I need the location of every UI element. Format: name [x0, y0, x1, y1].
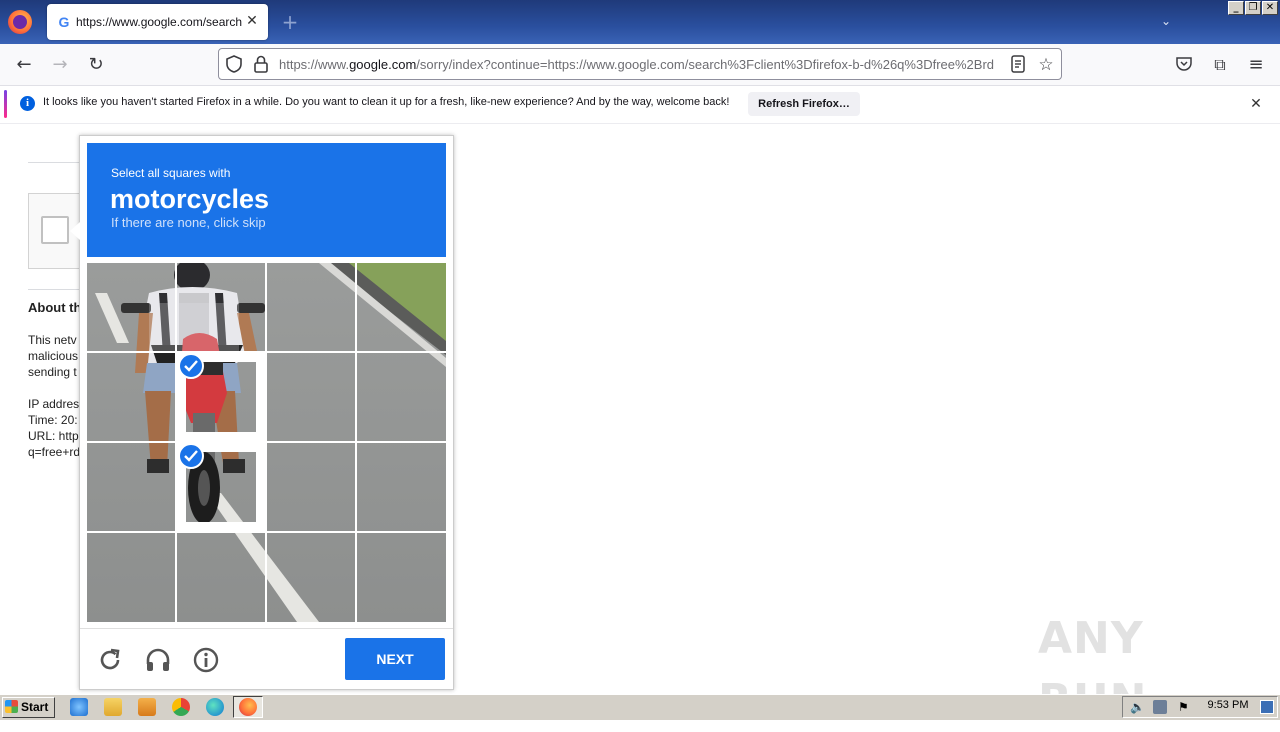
- chrome-icon[interactable]: [172, 698, 190, 716]
- page-paragraph-line: sending t: [28, 365, 77, 379]
- forward-icon[interactable]: →: [49, 54, 71, 76]
- refresh-firefox-button[interactable]: Refresh Firefox…: [748, 92, 860, 116]
- captcha-footer-divider: [80, 628, 453, 629]
- reader-view-icon[interactable]: [1010, 55, 1026, 73]
- captcha-tile-r3c3[interactable]: [267, 443, 355, 531]
- url-path: /sorry/index?continue=https://www.google…: [416, 57, 994, 72]
- info-icon[interactable]: [192, 646, 220, 674]
- windows-logo-icon: [5, 700, 18, 713]
- close-window-icon[interactable]: ✕: [1262, 1, 1278, 15]
- firefox-globe-icon: [13, 15, 27, 29]
- list-all-tabs-icon[interactable]: ⌄: [1158, 14, 1174, 30]
- extensions-icon[interactable]: ⧉: [1209, 54, 1231, 76]
- url-prefix: https://www.: [279, 57, 350, 72]
- volume-icon[interactable]: 🔈: [1130, 700, 1145, 714]
- system-tray: [1122, 696, 1278, 718]
- captcha-tile-r4c3[interactable]: [267, 533, 355, 621]
- notification-message: It looks like you haven’t started Firefo…: [43, 96, 730, 108]
- reload-icon[interactable]: [96, 646, 124, 674]
- captcha-tile-r2c4[interactable]: [357, 353, 445, 441]
- captcha-tile-r2c1[interactable]: [87, 353, 175, 441]
- minimize-window-icon[interactable]: _: [1228, 1, 1244, 15]
- captcha-tile-r1c1[interactable]: [87, 263, 175, 351]
- checkmark-icon: [178, 443, 204, 469]
- hamburger-menu-icon[interactable]: ≡: [1245, 54, 1267, 76]
- google-favicon-icon: G: [58, 14, 70, 30]
- restore-window-icon[interactable]: ❐: [1245, 1, 1261, 15]
- captcha-tile-r3c4[interactable]: [357, 443, 445, 531]
- tab-title: https://www.google.com/search?client=fir…: [76, 15, 242, 29]
- captcha-tile-r1c4[interactable]: [357, 263, 445, 351]
- tab-close-icon[interactable]: ✕: [244, 11, 260, 31]
- explorer-icon[interactable]: [104, 698, 122, 716]
- page-info-line: IP addres: [28, 397, 80, 411]
- reload-icon[interactable]: ↻: [85, 54, 107, 76]
- captcha-subtext: If there are none, click skip: [111, 215, 266, 230]
- lock-icon[interactable]: [252, 54, 270, 74]
- recaptcha-checkbox[interactable]: [41, 216, 69, 244]
- bookmark-star-icon[interactable]: ☆: [1035, 54, 1057, 76]
- url-text[interactable]: https://www.google.com/sorry/index?conti…: [279, 57, 1001, 73]
- captcha-tile-r2c3[interactable]: [267, 353, 355, 441]
- url-domain: google.com: [349, 57, 417, 72]
- edge-icon[interactable]: [206, 698, 224, 716]
- captcha-target: motorcycles: [110, 184, 270, 214]
- pocket-icon[interactable]: [1175, 56, 1193, 72]
- captcha-tile-r1c2[interactable]: [177, 263, 265, 351]
- page-paragraph-line: This netv: [28, 333, 77, 347]
- captcha-tile-r4c1[interactable]: [87, 533, 175, 621]
- back-icon[interactable]: ←: [13, 54, 35, 76]
- next-button[interactable]: NEXT: [345, 638, 445, 680]
- popup-pointer: [70, 222, 80, 240]
- headphones-icon[interactable]: [144, 646, 172, 674]
- captcha-instruction: Select all squares with: [111, 166, 231, 180]
- page-heading: About th: [28, 300, 80, 315]
- flag-icon[interactable]: ⚑: [1178, 700, 1192, 714]
- captcha-tile-r4c2[interactable]: [177, 533, 265, 621]
- captcha-tile-r3c1[interactable]: [87, 443, 175, 531]
- page-paragraph-line: malicious: [28, 349, 79, 363]
- checkmark-icon: [178, 353, 204, 379]
- notification-accent: [4, 90, 7, 118]
- captcha-image-grid: [87, 263, 446, 622]
- new-tab-icon[interactable]: +: [280, 10, 300, 34]
- ie-icon[interactable]: [70, 698, 88, 716]
- media-player-icon[interactable]: [138, 698, 156, 716]
- firefox-icon: [239, 698, 257, 716]
- page-info-line: q=free+rd: [28, 445, 80, 459]
- captcha-tile-r4c4[interactable]: [357, 533, 445, 621]
- anyrun-watermark: ANY RUN: [1038, 613, 1146, 726]
- page-info-line: Time: 20:: [28, 413, 78, 427]
- captcha-tile-r1c3[interactable]: [267, 263, 355, 351]
- notification-close-icon[interactable]: ✕: [1248, 95, 1264, 113]
- page-info-line: URL: http: [28, 429, 79, 443]
- shield-icon[interactable]: [224, 54, 244, 74]
- show-desktop-icon[interactable]: [1260, 700, 1274, 714]
- taskbar-clock: 9:53 PM: [1207, 699, 1249, 711]
- info-icon: i: [20, 96, 35, 111]
- network-icon[interactable]: [1153, 700, 1167, 714]
- taskbar: [0, 694, 1280, 720]
